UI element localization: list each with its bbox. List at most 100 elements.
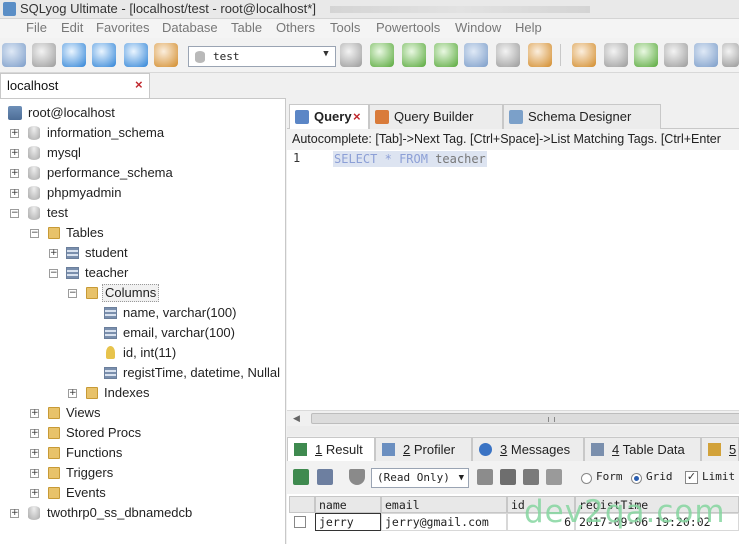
- refresh-icon[interactable]: [124, 43, 148, 67]
- column-header-registtime[interactable]: registTime: [575, 496, 739, 513]
- scroll-thumb[interactable]: [311, 413, 739, 424]
- menu-others[interactable]: Others: [276, 20, 315, 35]
- more-tools-icon[interactable]: [722, 43, 739, 67]
- menu-database[interactable]: Database: [162, 20, 218, 35]
- migration-icon[interactable]: [664, 43, 688, 67]
- tree-node-mysql[interactable]: + mysql: [10, 144, 210, 162]
- save-icon[interactable]: [477, 469, 493, 485]
- schema-sync-icon[interactable]: [634, 43, 658, 67]
- notification-icon[interactable]: [694, 43, 718, 67]
- tree-node-column-id[interactable]: id, int(11): [104, 344, 284, 362]
- tree-node-column-registtime[interactable]: registTime, datetime, Nullal: [104, 364, 284, 382]
- connection-tab[interactable]: localhost ×: [0, 73, 150, 98]
- table-cell[interactable]: 2017-09-06 19:20:02: [575, 513, 739, 531]
- expand-icon[interactable]: +: [68, 389, 77, 398]
- expand-icon[interactable]: +: [49, 249, 58, 258]
- tab-info[interactable]: 5: [701, 437, 739, 461]
- tree-node-triggers[interactable]: + Triggers: [30, 464, 230, 482]
- tree-node-tables[interactable]: − Tables: [30, 224, 230, 242]
- sql-line[interactable]: SELECT * FROM teacher: [333, 151, 487, 167]
- execute-all-icon[interactable]: [92, 43, 116, 67]
- collapse-icon[interactable]: −: [30, 229, 39, 238]
- add-row-icon[interactable]: [293, 469, 309, 485]
- tree-node-indexes[interactable]: + Indexes: [68, 384, 268, 402]
- close-icon[interactable]: ×: [135, 77, 143, 92]
- scroll-left-icon[interactable]: ◀: [293, 413, 300, 424]
- tab-messages[interactable]: 3 Messages: [472, 437, 584, 461]
- menu-edit[interactable]: Edit: [61, 20, 83, 35]
- tab-schema-designer[interactable]: Schema Designer: [503, 104, 661, 129]
- tab-result[interactable]: 1 Result: [287, 437, 375, 461]
- collapse-icon[interactable]: −: [10, 209, 19, 218]
- tree-node-information-schema[interactable]: + information_schema: [10, 124, 210, 142]
- grid-radio[interactable]: [631, 473, 642, 484]
- table-cell[interactable]: jerry@gmail.com: [381, 513, 507, 531]
- tree-node-views[interactable]: + Views: [30, 404, 230, 422]
- expand-icon[interactable]: +: [30, 429, 39, 438]
- export-result-icon[interactable]: [317, 469, 333, 485]
- column-header-email[interactable]: email: [381, 496, 507, 513]
- restore-icon[interactable]: [402, 43, 426, 67]
- tree-node-phpmyadmin[interactable]: + phpmyadmin: [10, 184, 210, 202]
- expand-icon[interactable]: +: [30, 489, 39, 498]
- expand-icon[interactable]: +: [30, 409, 39, 418]
- table-cell[interactable]: 6: [507, 513, 575, 531]
- result-mode-select[interactable]: (Read Only) ▼: [371, 468, 469, 488]
- tree-node-test[interactable]: − test: [10, 204, 210, 222]
- menu-favorites[interactable]: Favorites: [96, 20, 149, 35]
- row-checkbox[interactable]: [294, 516, 306, 528]
- table-data-icon[interactable]: [496, 43, 520, 67]
- save-changes-icon[interactable]: [500, 469, 516, 485]
- tab-table-data[interactable]: 4 Table Data: [584, 437, 701, 461]
- cancel-changes-icon[interactable]: [546, 469, 562, 485]
- limit-checkbox[interactable]: ✓: [685, 471, 698, 484]
- menu-window[interactable]: Window: [455, 20, 501, 35]
- schema-icon[interactable]: [528, 43, 552, 67]
- column-header-name[interactable]: name: [315, 496, 381, 513]
- database-select[interactable]: test ▼: [188, 46, 336, 67]
- expand-icon[interactable]: +: [10, 129, 19, 138]
- expand-icon[interactable]: +: [10, 169, 19, 178]
- expand-icon[interactable]: +: [30, 469, 39, 478]
- new-connection-icon[interactable]: [2, 43, 26, 67]
- import-icon[interactable]: [434, 43, 458, 67]
- new-query-icon[interactable]: [154, 43, 178, 67]
- form-radio[interactable]: [581, 473, 592, 484]
- tree-node-column-name[interactable]: name, varchar(100): [104, 304, 284, 322]
- expand-icon[interactable]: +: [10, 509, 19, 518]
- data-sync-icon[interactable]: [604, 43, 628, 67]
- collapse-icon[interactable]: −: [68, 289, 77, 298]
- tree-node-columns[interactable]: − Columns: [68, 284, 268, 302]
- column-header-id[interactable]: id: [507, 496, 575, 513]
- backup-icon[interactable]: [370, 43, 394, 67]
- tree-node-student[interactable]: + student: [49, 244, 249, 262]
- tree-node-teacher[interactable]: − teacher: [49, 264, 249, 282]
- execute-query-icon[interactable]: [62, 43, 86, 67]
- connect-icon[interactable]: [32, 43, 56, 67]
- tree-node-events[interactable]: + Events: [30, 484, 230, 502]
- tree-node-stored-procs[interactable]: + Stored Procs: [30, 424, 230, 442]
- expand-icon[interactable]: +: [30, 449, 39, 458]
- collapse-icon[interactable]: −: [49, 269, 58, 278]
- sql-editor[interactable]: 1 SELECT * FROM teacher: [287, 150, 739, 410]
- tree-node-twothrp0[interactable]: + twothrp0_ss_dbnamedcb: [10, 504, 250, 522]
- menu-tools[interactable]: Tools: [330, 20, 360, 35]
- expand-icon[interactable]: +: [10, 149, 19, 158]
- editor-horizontal-scrollbar[interactable]: ◀: [287, 410, 739, 426]
- tree-node-column-email[interactable]: email, varchar(100): [104, 324, 284, 342]
- expand-icon[interactable]: +: [10, 189, 19, 198]
- result-grid[interactable]: name email id registTime jerry jerry@gma…: [287, 494, 739, 544]
- table-cell[interactable]: jerry: [315, 513, 381, 531]
- pane-splitter[interactable]: [287, 426, 739, 436]
- tree-node-performance-schema[interactable]: + performance_schema: [10, 164, 210, 182]
- sync-icon[interactable]: [572, 43, 596, 67]
- export-icon[interactable]: [464, 43, 488, 67]
- menu-table[interactable]: Table: [231, 20, 262, 35]
- menu-help[interactable]: Help: [515, 20, 542, 35]
- tab-query-builder[interactable]: Query Builder: [369, 104, 503, 129]
- delete-icon[interactable]: [523, 469, 539, 485]
- tab-profiler[interactable]: 2 Profiler: [375, 437, 472, 461]
- menu-file[interactable]: File: [26, 20, 47, 35]
- close-icon[interactable]: ×: [353, 105, 361, 129]
- filter-icon[interactable]: [349, 469, 365, 485]
